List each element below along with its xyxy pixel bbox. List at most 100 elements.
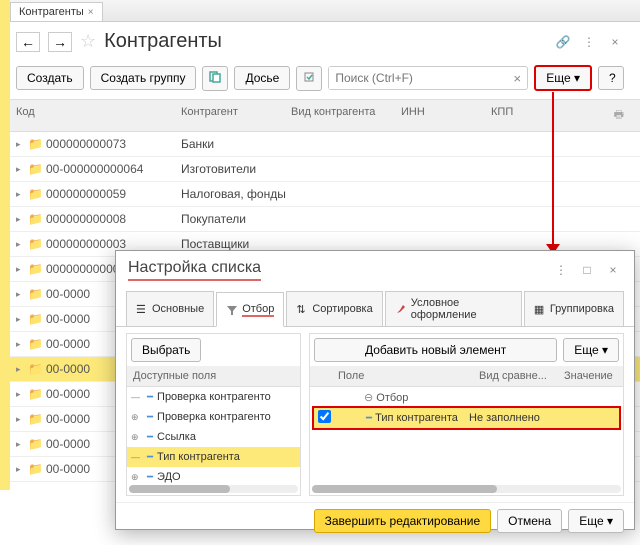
folder-icon: 📁 (28, 137, 46, 151)
add-element-button[interactable]: Добавить новый элемент (314, 338, 557, 362)
maximize-icon[interactable]: □ (578, 261, 596, 279)
create-button[interactable]: Создать (16, 66, 84, 90)
expand-icon[interactable]: ▸ (16, 414, 28, 425)
help-button[interactable]: ? (598, 66, 624, 90)
field-label: Проверка контрагенто (157, 411, 271, 423)
field-item[interactable]: ⊕━ЭДО (127, 467, 300, 483)
folder-icon: 📁 (28, 412, 46, 426)
scrollbar[interactable] (312, 485, 621, 493)
folder-icon: 📁 (28, 162, 46, 176)
condition-checkbox[interactable] (318, 410, 331, 423)
field-item[interactable]: — ━ Проверка контрагенто (127, 387, 300, 407)
print-icon[interactable]: 🖶 (614, 106, 624, 125)
field-item[interactable]: ⊕ ━ Проверка контрагенто (127, 407, 300, 427)
expand-icon[interactable]: ▸ (16, 289, 28, 300)
attach-button[interactable] (296, 66, 322, 91)
finish-editing-button[interactable]: Завершить редактирование (314, 509, 492, 533)
link-icon[interactable]: 🔗 (554, 33, 572, 51)
copy-button[interactable] (202, 66, 228, 91)
column-inn[interactable]: ИНН (401, 106, 491, 125)
expand-icon[interactable]: ▸ (16, 464, 28, 475)
expand-icon[interactable]: ▸ (16, 389, 28, 400)
column-type[interactable]: Вид контрагента (291, 106, 401, 125)
row-code: 000000000008 (46, 212, 181, 226)
expand-icon[interactable]: ▸ (16, 239, 28, 250)
tab-label: Контрагенты (19, 6, 84, 18)
expand-icon[interactable]: ▸ (16, 439, 28, 450)
column-name[interactable]: Контрагент (181, 106, 291, 125)
more-button[interactable]: Еще ▾ (568, 509, 624, 533)
tab-main[interactable]: ☰Основные (126, 291, 214, 326)
field-label: Ссылка (157, 431, 196, 443)
table-header: Код Контрагент Вид контрагента ИНН КПП 🖶 (0, 99, 640, 132)
expand-icon[interactable]: — (131, 392, 140, 402)
more-button[interactable]: Еще ▾ (563, 338, 619, 362)
expand-icon[interactable]: ▸ (16, 314, 28, 325)
field-icon: ━ (147, 452, 153, 463)
favorite-icon[interactable]: ☆ (80, 31, 96, 52)
table-row[interactable]: ▸📁000000000059Налоговая, фонды (0, 182, 640, 207)
column-code[interactable]: Код (16, 106, 181, 125)
table-row[interactable]: ▸📁000000000008Покупатели (0, 207, 640, 232)
field-icon: ━ (147, 432, 153, 443)
filter-root-row[interactable]: ⊖ Отбор (312, 389, 621, 406)
scrollbar[interactable] (129, 485, 298, 493)
expand-icon[interactable]: ▸ (16, 364, 28, 375)
row-name: Налоговая, фонды (181, 187, 624, 201)
back-button[interactable]: ← (16, 32, 40, 52)
close-icon[interactable]: × (604, 261, 622, 279)
annotation-arrow (552, 92, 554, 247)
folder-icon: 📁 (28, 287, 46, 301)
folder-icon: 📁 (28, 212, 46, 226)
expand-icon[interactable]: ▸ (16, 164, 28, 175)
document-tab[interactable]: Контрагенты × (10, 2, 103, 21)
select-button[interactable]: Выбрать (131, 338, 201, 362)
close-icon[interactable]: × (606, 33, 624, 51)
folder-icon: 📁 (28, 462, 46, 476)
field-icon: ━ (147, 472, 153, 483)
create-group-button[interactable]: Создать группу (90, 66, 197, 90)
cancel-button[interactable]: Отмена (497, 509, 562, 533)
expand-icon[interactable]: ▸ (16, 189, 28, 200)
field-item[interactable]: — ━ Тип контрагента (127, 447, 300, 467)
field-item[interactable]: ⊕ ━ Ссылка (127, 427, 300, 447)
expand-icon[interactable]: ⊕ (131, 472, 139, 483)
available-fields-header: Доступные поля (127, 366, 300, 387)
row-name: Изготовители (181, 162, 624, 176)
field-icon: ━ (147, 412, 153, 423)
expand-icon[interactable]: ▸ (16, 214, 28, 225)
filter-condition-row[interactable]: ━ Тип контрагента Не заполнено (312, 406, 621, 430)
expand-icon[interactable]: ▸ (16, 339, 28, 350)
expand-icon[interactable]: ⊕ (131, 432, 139, 443)
tab-filter[interactable]: Отбор (216, 292, 284, 327)
tab-group[interactable]: ▦Группировка (524, 291, 624, 326)
more-button[interactable]: Еще ▾ (534, 65, 592, 91)
field-icon: ━ (366, 413, 372, 424)
tab-sort[interactable]: ⇅Сортировка (286, 291, 382, 326)
group-icon: ▦ (534, 303, 546, 315)
search-input[interactable] (329, 67, 507, 89)
forward-button[interactable]: → (48, 32, 72, 52)
expand-icon[interactable]: ▸ (16, 264, 28, 275)
clear-search-icon[interactable]: × (507, 67, 527, 89)
close-icon[interactable]: × (88, 7, 94, 18)
expand-icon[interactable]: ⊕ (131, 412, 139, 423)
row-code: 000000000003 (46, 237, 181, 251)
expand-icon[interactable]: ▸ (16, 139, 28, 150)
table-row[interactable]: ▸📁00-000000000064Изготовители (0, 157, 640, 182)
table-row[interactable]: ▸📁000000000073Банки (0, 132, 640, 157)
row-code: 000000000073 (46, 137, 181, 151)
filter-icon (226, 304, 238, 316)
page-title: Контрагенты (104, 30, 222, 53)
condition-header: Поле Вид сравне... Значение (310, 366, 623, 387)
tab-format[interactable]: Условное оформление (385, 291, 522, 326)
folder-icon: 📁 (28, 387, 46, 401)
expand-icon[interactable]: — (131, 452, 140, 462)
field-label: Тип контрагента (157, 451, 240, 463)
dossier-button[interactable]: Досье (234, 66, 290, 90)
menu-icon[interactable]: ⋮ (552, 261, 570, 279)
menu-icon[interactable]: ⋮ (580, 33, 598, 51)
dialog-title: Настройка списка (128, 259, 261, 281)
field-label: Проверка контрагенто (157, 391, 271, 403)
field-icon: ━ (147, 392, 153, 403)
